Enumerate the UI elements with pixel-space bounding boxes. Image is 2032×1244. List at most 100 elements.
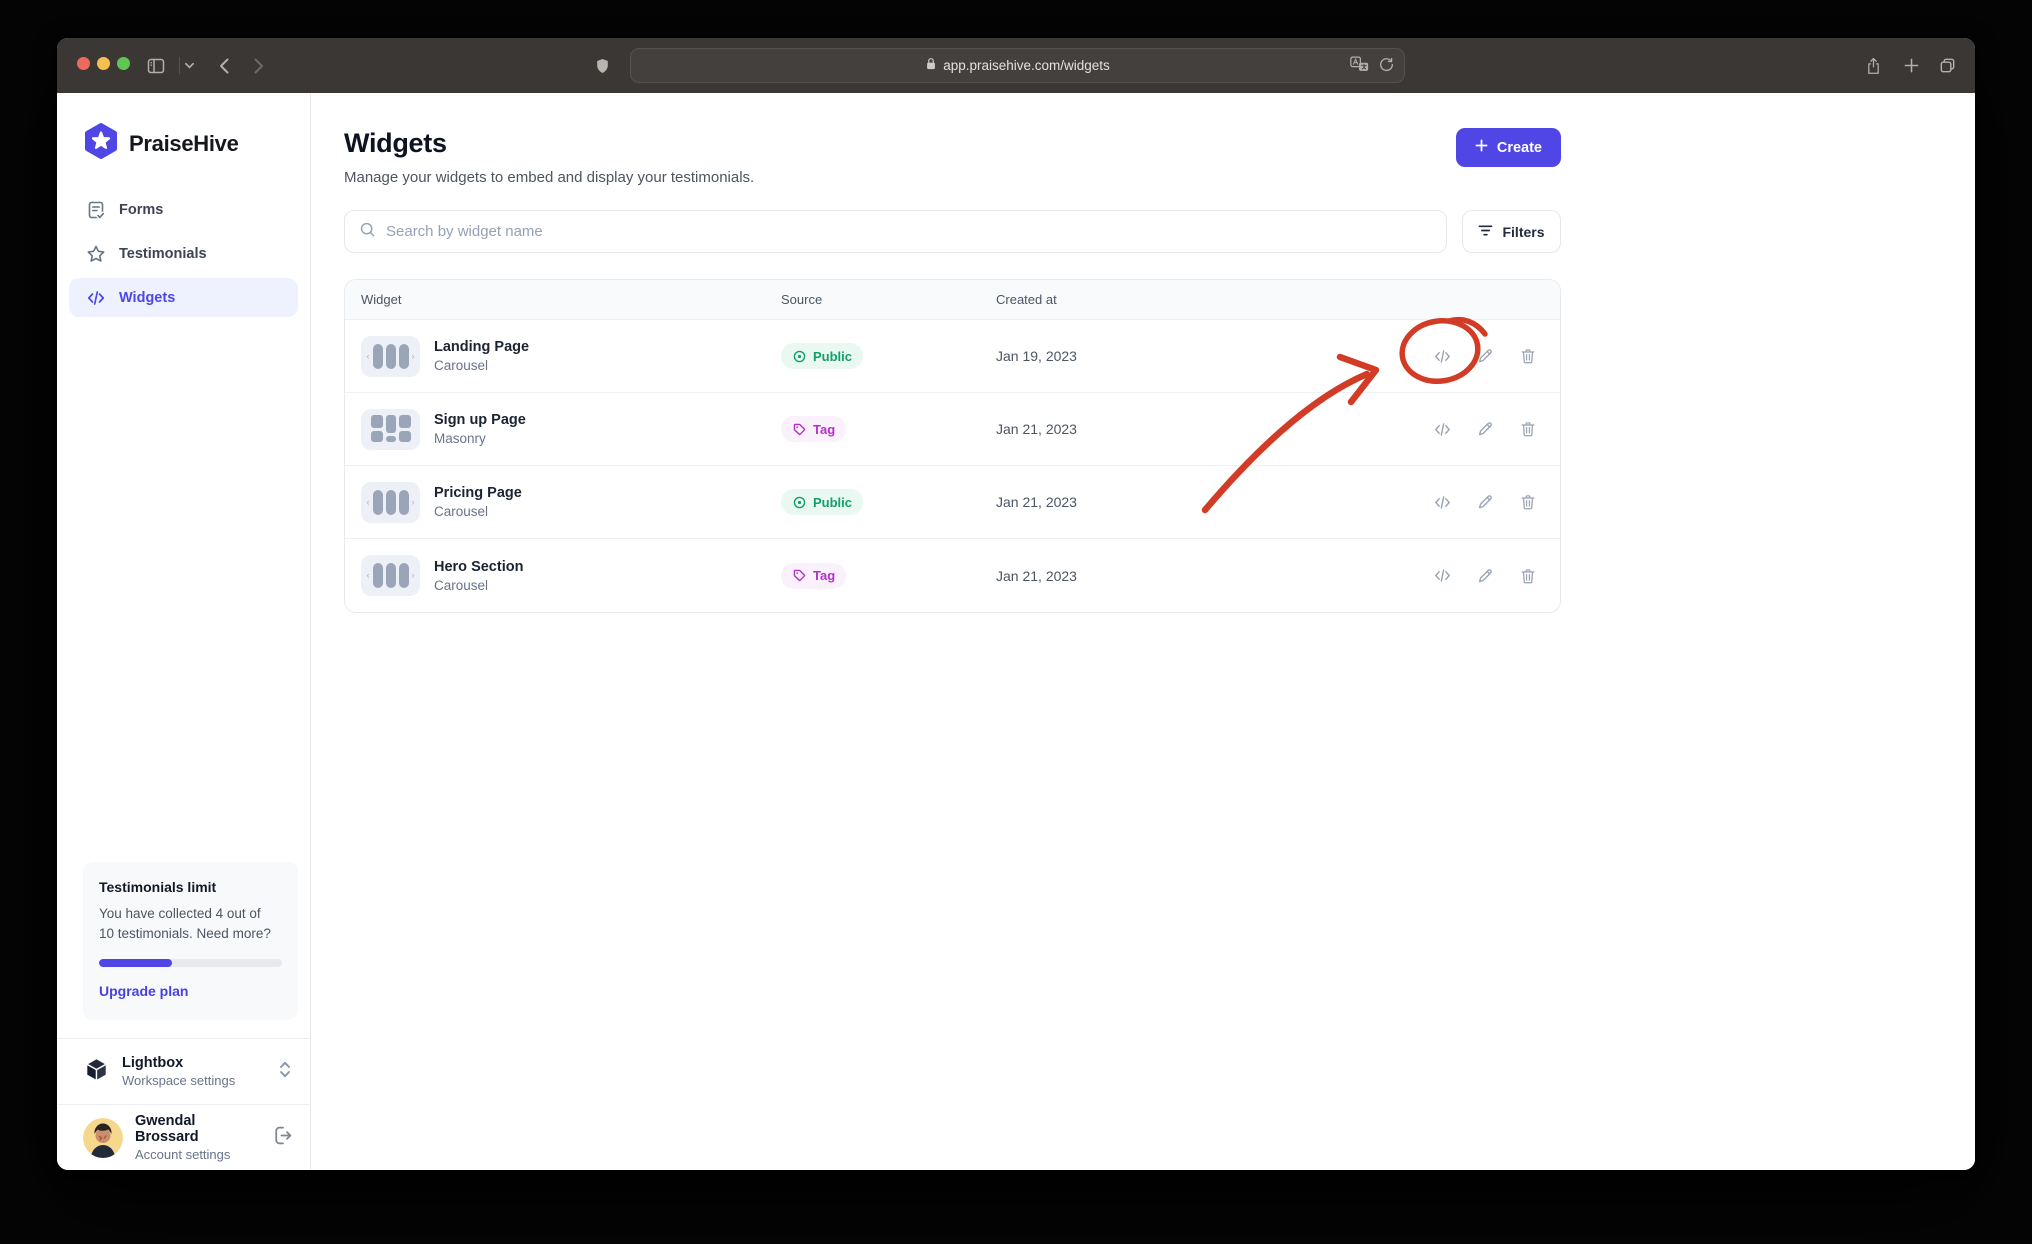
tab-overview-icon[interactable] xyxy=(1935,38,1959,93)
back-button-icon[interactable] xyxy=(214,38,234,93)
widget-name: Sign up Page xyxy=(434,412,526,428)
privacy-shield-icon[interactable] xyxy=(591,38,613,93)
source-badge: Public xyxy=(781,343,863,369)
delete-button[interactable] xyxy=(1512,560,1544,592)
edit-button[interactable] xyxy=(1469,560,1501,592)
translate-icon[interactable] xyxy=(1350,56,1369,75)
chevron-down-icon[interactable] xyxy=(181,38,197,93)
delete-button[interactable] xyxy=(1512,340,1544,372)
widget-thumbnail: ‹› xyxy=(361,555,420,596)
table-row[interactable]: ‹› Pricing Page Carousel Public xyxy=(345,466,1560,539)
main-content: Widgets Manage your widgets to embed and… xyxy=(311,93,1975,1170)
create-button[interactable]: Create xyxy=(1456,128,1561,167)
avatar xyxy=(83,1118,123,1158)
created-at: Jan 19, 2023 xyxy=(996,348,1426,364)
widget-type: Carousel xyxy=(434,578,523,593)
sidebar-item-widgets[interactable]: Widgets xyxy=(69,278,298,317)
workspace-subtitle: Workspace settings xyxy=(122,1073,264,1088)
widget-thumbnail: ‹› xyxy=(361,336,420,377)
browser-titlebar: app.praisehive.com/widgets xyxy=(57,38,1975,93)
table-row[interactable]: ‹› Landing Page Carousel Public xyxy=(345,320,1560,393)
plus-icon xyxy=(1475,139,1488,156)
filters-button[interactable]: Filters xyxy=(1462,210,1561,253)
search-icon xyxy=(359,221,376,243)
edit-button[interactable] xyxy=(1469,413,1501,445)
sidebar-item-label: Testimonials xyxy=(119,246,207,262)
minimize-window-button[interactable] xyxy=(97,57,110,70)
cube-icon xyxy=(83,1056,110,1088)
sidebar-item-testimonials[interactable]: Testimonials xyxy=(69,234,298,273)
code-icon xyxy=(86,288,106,308)
account-name: Gwendal Brossard xyxy=(135,1113,259,1145)
padlock-icon xyxy=(925,57,937,74)
eye-icon xyxy=(792,349,807,364)
sidebar-item-label: Widgets xyxy=(119,290,175,306)
limit-title: Testimonials limit xyxy=(99,879,282,895)
get-code-button[interactable] xyxy=(1426,413,1458,445)
widget-type: Carousel xyxy=(434,358,529,373)
sidebar-item-forms[interactable]: Forms xyxy=(69,190,298,229)
browser-window: app.praisehive.com/widgets xyxy=(57,38,1975,1170)
address-bar[interactable]: app.praisehive.com/widgets xyxy=(630,48,1405,83)
page-subtitle: Manage your widgets to embed and display… xyxy=(344,169,754,186)
limit-progress-fill xyxy=(99,959,172,967)
delete-button[interactable] xyxy=(1512,486,1544,518)
sidebar-item-label: Forms xyxy=(119,202,163,218)
forward-button-icon[interactable] xyxy=(249,38,269,93)
widget-type: Carousel xyxy=(434,504,522,519)
table-row[interactable]: ‹› Hero Section Carousel Tag xyxy=(345,539,1560,612)
table-header: Widget Source Created at xyxy=(345,280,1560,320)
edit-button[interactable] xyxy=(1469,486,1501,518)
search-box xyxy=(344,210,1447,253)
widget-type: Masonry xyxy=(434,431,526,446)
toolbar-divider xyxy=(179,57,180,74)
new-tab-icon[interactable] xyxy=(1900,38,1922,93)
created-at: Jan 21, 2023 xyxy=(996,568,1426,584)
widget-thumbnail: ‹› xyxy=(361,409,420,450)
delete-button[interactable] xyxy=(1512,413,1544,445)
get-code-button[interactable] xyxy=(1426,340,1458,372)
search-input[interactable] xyxy=(386,223,1432,240)
table-row[interactable]: ‹› Sign up Page Masonry Tag xyxy=(345,393,1560,466)
get-code-button[interactable] xyxy=(1426,486,1458,518)
upgrade-plan-link[interactable]: Upgrade plan xyxy=(99,983,188,999)
edit-button[interactable] xyxy=(1469,340,1501,372)
reload-icon[interactable] xyxy=(1379,57,1394,75)
close-window-button[interactable] xyxy=(77,57,90,70)
widget-name: Landing Page xyxy=(434,339,529,355)
widgets-table: Widget Source Created at ‹› xyxy=(344,279,1561,613)
tag-icon xyxy=(792,422,807,437)
created-at: Jan 21, 2023 xyxy=(996,421,1426,437)
url-text: app.praisehive.com/widgets xyxy=(943,58,1110,73)
filter-icon xyxy=(1478,224,1493,240)
source-badge: Tag xyxy=(781,416,846,442)
column-source: Source xyxy=(781,292,996,307)
sidebar: PraiseHive Forms xyxy=(57,93,311,1170)
selector-chevrons-icon[interactable] xyxy=(276,1059,294,1085)
logout-icon[interactable] xyxy=(271,1124,294,1152)
form-icon xyxy=(86,200,106,220)
created-at: Jan 21, 2023 xyxy=(996,494,1426,510)
sidebar-toggle-icon[interactable] xyxy=(145,38,167,93)
brand[interactable]: PraiseHive xyxy=(57,93,310,164)
tag-icon xyxy=(792,568,807,583)
workspace-name: Lightbox xyxy=(122,1055,264,1071)
share-icon[interactable] xyxy=(1862,38,1884,93)
zoom-window-button[interactable] xyxy=(117,57,130,70)
source-badge: Tag xyxy=(781,563,846,589)
column-created-at: Created at xyxy=(996,292,1544,307)
sidebar-nav: Forms Testimonials xyxy=(57,190,310,317)
brand-name: PraiseHive xyxy=(129,131,239,157)
limit-progress-track xyxy=(99,959,282,967)
page-title: Widgets xyxy=(344,128,754,159)
praisehive-logo-icon xyxy=(83,123,119,164)
get-code-button[interactable] xyxy=(1426,560,1458,592)
account-subtitle: Account settings xyxy=(135,1147,259,1162)
limit-body: You have collected 4 out of 10 testimoni… xyxy=(99,904,282,945)
widget-name: Pricing Page xyxy=(434,485,522,501)
workspace-switcher[interactable]: Lightbox Workspace settings xyxy=(57,1038,310,1104)
account-row[interactable]: Gwendal Brossard Account settings xyxy=(57,1104,310,1170)
column-widget: Widget xyxy=(361,292,781,307)
star-icon xyxy=(86,244,106,264)
source-badge: Public xyxy=(781,489,863,515)
